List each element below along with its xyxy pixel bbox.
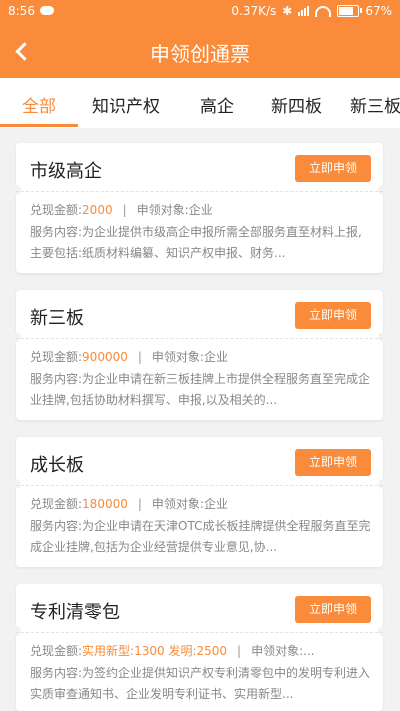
amount-label: 兑现金额:	[30, 203, 83, 217]
divider	[16, 632, 383, 633]
tab-new-fourth-board[interactable]: 新四板	[271, 92, 322, 117]
cloud-icon	[40, 6, 54, 15]
card-info: 兑现金额:900000 | 申领对象:企业	[30, 348, 371, 365]
card-description: 服务内容:为企业申请在新三板挂牌上市提供全程服务直至完成企业挂牌,包括协助材料撰…	[30, 372, 371, 407]
target-value: 企业	[188, 203, 213, 217]
voucher-card[interactable]: 成长板 立即申领 兑现金额:180000 | 申领对象:企业 服务内容:为企业申请在…	[11, 437, 388, 567]
card-title: 专利清零包	[30, 602, 120, 623]
voucher-card[interactable]: 新三板 立即申领 兑现金额:900000 | 申领对象:企业 服务内容:为企业申请在…	[11, 290, 388, 420]
target-value: ...	[303, 644, 315, 658]
amount-label: 兑现金额:	[30, 350, 83, 364]
bluetooth-icon: ✱	[282, 4, 293, 18]
card-title: 成长板	[30, 455, 84, 476]
amount-value: 2000	[82, 203, 113, 217]
separator: |	[137, 350, 142, 364]
signal-icon	[298, 6, 310, 16]
amount-value: 900000	[82, 350, 128, 364]
card-info: 兑现金额:2000 | 申领对象:企业	[30, 201, 371, 218]
card-title: 市级高企	[30, 161, 102, 182]
amount-value: 180000	[82, 497, 128, 511]
card-title: 新三板	[30, 308, 84, 329]
card-info: 兑现金额:实用新型:1300 发明:2500 | 申领对象:...	[30, 642, 371, 659]
battery-percent: 67%	[365, 4, 392, 18]
active-tab-indicator	[0, 124, 78, 127]
status-bar: 8:56 0.37K/s ✱ 67%	[0, 0, 400, 24]
apply-now-button[interactable]: 立即申领	[295, 302, 371, 329]
status-time: 8:56	[8, 4, 35, 18]
amount-label: 兑现金额:	[30, 644, 83, 658]
apply-now-button[interactable]: 立即申领	[295, 155, 371, 182]
target-label: 申领对象:	[136, 203, 189, 217]
tab-all[interactable]: 全部	[22, 92, 56, 117]
tab-new-third-board[interactable]: 新三板	[350, 92, 400, 117]
battery-icon	[337, 5, 363, 17]
wifi-icon	[315, 5, 332, 17]
separator: |	[137, 497, 142, 511]
category-tabs: 全部 知识产权 高企 新四板 新三板	[0, 78, 400, 128]
voucher-card[interactable]: 市级高企 立即申领 兑现金额:2000 | 申领对象:企业 服务内容:为企业提供市级…	[11, 143, 388, 273]
divider	[16, 485, 383, 486]
apply-now-button[interactable]: 立即申领	[295, 596, 371, 623]
divider	[16, 191, 383, 192]
apply-now-button[interactable]: 立即申领	[295, 449, 371, 476]
target-label: 申领对象:	[251, 644, 304, 658]
separator: |	[122, 203, 127, 217]
target-label: 申领对象:	[151, 350, 204, 364]
amount-value: 实用新型:1300 发明:2500	[82, 644, 228, 658]
voucher-card[interactable]: 专利清零包 立即申领 兑现金额:实用新型:1300 发明:2500 | 申领对象:.…	[11, 584, 388, 711]
card-description: 服务内容:为企业申请在天津OTC成长板挂牌提供全程服务直至完成企业挂牌,包括为企…	[30, 519, 371, 554]
divider	[16, 338, 383, 339]
network-speed: 0.37K/s	[231, 4, 277, 18]
card-description: 服务内容:为企业提供市级高企申报所需全部服务直至材料上报,主要包括:纸质材料编纂…	[30, 225, 362, 260]
tab-ip[interactable]: 知识产权	[92, 92, 160, 117]
page-title: 申领创通票	[150, 42, 250, 66]
amount-label: 兑现金额:	[30, 497, 83, 511]
target-label: 申领对象:	[151, 497, 204, 511]
target-value: 企业	[203, 497, 228, 511]
card-info: 兑现金额:180000 | 申领对象:企业	[30, 495, 371, 512]
card-description: 服务内容:为签约企业提供知识产权专利清零包中的发明专利进入实质审查通知书、企业发…	[30, 666, 371, 701]
separator: |	[237, 644, 242, 658]
app-header: 8:56 0.37K/s ✱ 67% 申领创通票	[0, 0, 400, 78]
tab-high-tech[interactable]: 高企	[200, 92, 234, 117]
target-value: 企业	[203, 350, 228, 364]
